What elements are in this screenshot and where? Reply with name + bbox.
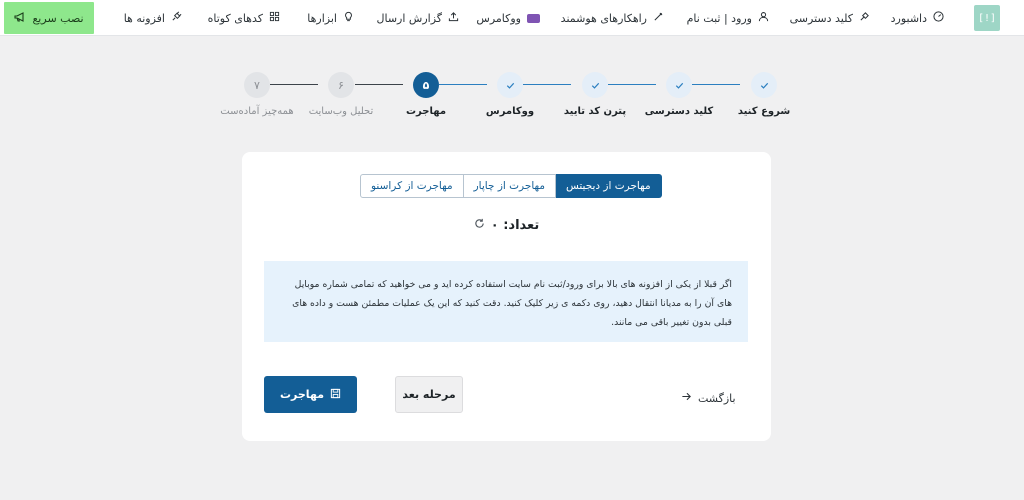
step-7-label: همه‌چیز آماده‌ست: [220, 106, 294, 117]
nav-item-label: ووکامرس: [476, 11, 521, 25]
nav-item-dashboard[interactable]: داشبورد: [891, 0, 944, 36]
nav-item-label: ابزارها: [307, 11, 337, 25]
refresh-icon[interactable]: [474, 218, 485, 233]
migration-card: مهاجرت از کراسنو مهاجرت از چاپار مهاجرت …: [242, 152, 771, 441]
step-2-label: کلید دسترسی: [644, 106, 714, 117]
nav-item-plugins[interactable]: افزونه ها: [124, 0, 182, 36]
back-link[interactable]: بازگشت: [681, 391, 736, 405]
step-6-number: ۶: [328, 72, 354, 98]
nav-item-shortcodes[interactable]: کدهای کوتاه: [208, 0, 280, 36]
tab-migrate-from-chapar[interactable]: مهاجرت از چاپار: [463, 174, 556, 198]
step-5-label: مهاجرت: [405, 106, 447, 117]
nav-item-label: راهکارهای هوشمند: [560, 11, 647, 25]
key-icon: [859, 11, 870, 25]
step-4-label: ووکامرس: [485, 106, 535, 117]
tab-migrate-from-krasno[interactable]: مهاجرت از کراسنو: [360, 174, 464, 198]
step-2-check-icon: [666, 72, 692, 98]
nav-item-label: گزارش ارسال: [376, 11, 442, 25]
nav-item-label: کدهای کوتاه: [207, 11, 263, 25]
gauge-icon: [933, 11, 944, 25]
top-navigation-bar: نصب سریع [!] داشبورد کلید دسترسی ورود | …: [0, 0, 1024, 36]
nav-item-login-register[interactable]: ورود | ثبت نام: [687, 0, 769, 36]
tab-migrate-from-digits[interactable]: مهاجرت از دیجیتس: [556, 174, 662, 198]
step-connector: [439, 84, 487, 85]
count-label: تعداد: ۰: [490, 218, 540, 233]
step-1-check-icon: [751, 72, 777, 98]
step-connector: [523, 84, 571, 85]
next-step-button[interactable]: مرحله بعد: [395, 376, 463, 413]
step-connector: [692, 84, 740, 85]
migrate-button[interactable]: مهاجرت: [264, 376, 357, 413]
nav-item-smart-solutions[interactable]: راهکارهای هوشمند: [561, 0, 664, 36]
megaphone-icon: [14, 11, 26, 26]
nav-item-woocommerce[interactable]: ووکامرس: [476, 0, 540, 36]
plug-icon: [171, 11, 182, 25]
count-row: تعداد: ۰: [242, 218, 771, 233]
migration-notice: اگر قبلا از یکی از افزونه های بالا برای …: [264, 261, 748, 342]
bulb-icon: [343, 11, 354, 25]
woo-icon: [527, 13, 540, 23]
step-3-check-icon: [582, 72, 608, 98]
nav-item-tools[interactable]: ابزارها: [307, 0, 354, 36]
arrow-right-icon: [681, 391, 692, 405]
migrate-button-label: مهاجرت: [279, 388, 325, 401]
upload-icon: [448, 11, 459, 25]
step-1-label: شروع کنید: [737, 106, 791, 117]
quick-install-label: نصب سریع: [32, 11, 84, 25]
nav-item-access-key[interactable]: کلید دسترسی: [790, 0, 870, 36]
wand-icon: [653, 11, 664, 25]
step-6-label: تحلیل وب‌سایت: [308, 106, 374, 117]
notice-text: اگر قبلا از یکی از افزونه های بالا برای …: [292, 279, 732, 328]
brand-logo[interactable]: [!]: [974, 5, 1000, 31]
nav-item-label: کلید دسترسی: [789, 11, 853, 25]
nav-item-send-report[interactable]: گزارش ارسال: [376, 0, 459, 36]
grid-icon: [269, 11, 280, 25]
step-connector: [355, 84, 403, 85]
step-5-number: ۵: [413, 72, 439, 98]
nav-item-label: ورود | ثبت نام: [686, 11, 752, 25]
migration-source-tabs: مهاجرت از کراسنو مهاجرت از چاپار مهاجرت …: [360, 174, 662, 198]
save-icon: [330, 388, 341, 402]
user-icon: [758, 11, 769, 25]
step-7-number: ۷: [244, 72, 270, 98]
back-label: بازگشت: [698, 391, 736, 405]
step-4-check-icon: [497, 72, 523, 98]
step-connector: [270, 84, 318, 85]
step-3-label: پترن کد تایید: [563, 106, 627, 117]
quick-install-button[interactable]: نصب سریع: [4, 2, 94, 34]
nav-item-label: افزونه ها: [123, 11, 165, 25]
step-connector: [608, 84, 656, 85]
nav-item-label: داشبورد: [890, 11, 927, 25]
